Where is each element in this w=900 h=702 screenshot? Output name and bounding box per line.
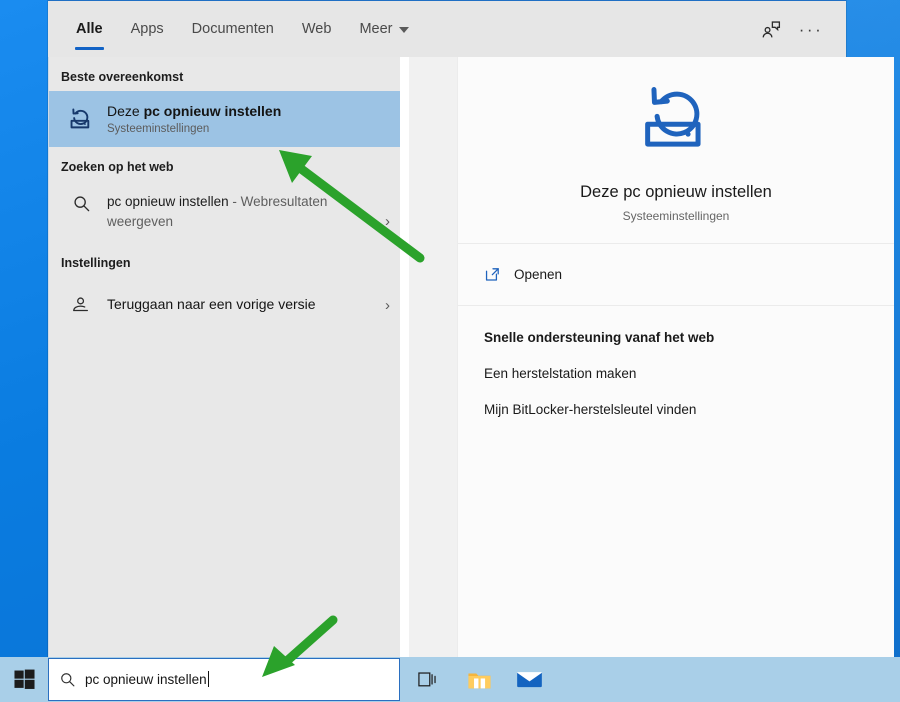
user-rollback-icon: [61, 294, 101, 316]
search-results-panel: Beste overeenkomst Deze pc opnieuw inste…: [48, 57, 400, 657]
web-result-query: pc opnieuw instellen: [107, 194, 229, 209]
file-explorer-button[interactable]: [456, 657, 502, 702]
result-item-web-search[interactable]: pc opnieuw instellen - Webresultaten wee…: [49, 181, 400, 243]
tab-alle[interactable]: Alle: [62, 1, 117, 57]
search-icon-taskbar: [49, 671, 85, 688]
result-item-text: Deze pc opnieuw instellen Systeeminstell…: [101, 103, 390, 136]
search-window-actions: ···: [754, 12, 846, 46]
result-item-subtitle: Systeeminstellingen: [107, 123, 210, 136]
feedback-person-icon[interactable]: [754, 12, 788, 46]
reset-pc-icon-large: [634, 78, 718, 167]
tab-alle-label: Alle: [76, 21, 103, 37]
result-title-prefix: Deze: [107, 102, 144, 119]
reset-pc-icon: [61, 105, 101, 134]
task-view-button[interactable]: [404, 657, 450, 702]
taskbar-search-text: pc opnieuw instellen: [85, 670, 209, 689]
web-support-section: Snelle ondersteuning vanaf het web Een h…: [458, 306, 894, 417]
tab-documenten[interactable]: Documenten: [178, 1, 288, 57]
result-item-rollback-version[interactable]: Teruggaan naar een vorige versie ›: [49, 277, 400, 333]
start-button[interactable]: [0, 657, 48, 702]
chevron-right-icon-settings[interactable]: ›: [379, 297, 390, 314]
tab-meer-label: Meer: [359, 21, 393, 37]
preview-header: Deze pc opnieuw instellen Systeeminstell…: [458, 57, 894, 244]
web-result-text: pc opnieuw instellen - Webresultaten wee…: [101, 192, 379, 231]
chevron-right-icon[interactable]: ›: [379, 213, 390, 230]
group-header-settings: Instellingen: [61, 256, 131, 270]
open-action-row[interactable]: Openen: [458, 244, 894, 306]
open-action-label: Openen: [514, 267, 563, 282]
web-support-title: Snelle ondersteuning vanaf het web: [484, 330, 715, 345]
group-header-web: Zoeken op het web: [61, 160, 174, 174]
windows-logo-icon: [13, 669, 35, 689]
ellipsis-icon[interactable]: ···: [794, 12, 828, 46]
tab-web-label: Web: [301, 21, 332, 37]
result-title-bold: pc opnieuw instellen: [143, 102, 282, 119]
result-item-title: Deze pc opnieuw instellen: [107, 103, 390, 121]
group-header-best-match: Beste overeenkomst: [61, 70, 184, 84]
web-support-link-recovery-drive[interactable]: Een herstelstation maken: [484, 366, 868, 381]
tab-meer[interactable]: Meer: [345, 1, 423, 57]
tab-documenten-label: Documenten: [191, 21, 274, 37]
web-support-link-bitlocker-key[interactable]: Mijn BitLocker-herstelsleutel vinden: [484, 402, 868, 417]
taskbar: pc opnieuw instellen: [0, 657, 900, 702]
mail-button[interactable]: [506, 657, 552, 702]
tab-apps[interactable]: Apps: [117, 1, 178, 57]
preview-title: Deze pc opnieuw instellen: [580, 182, 772, 201]
open-external-icon: [484, 266, 514, 283]
tab-apps-label: Apps: [130, 21, 164, 37]
search-input[interactable]: pc opnieuw instellen: [85, 672, 207, 687]
web-result-line: pc opnieuw instellen - Webresultaten wee…: [107, 192, 379, 231]
ellipsis-glyph: ···: [798, 19, 824, 39]
file-explorer-icon: [467, 672, 491, 688]
preview-card: Deze pc opnieuw instellen Systeeminstell…: [457, 57, 894, 657]
result-item-reset-pc[interactable]: Deze pc opnieuw instellen Systeeminstell…: [49, 91, 400, 147]
taskbar-search-box[interactable]: pc opnieuw instellen: [48, 658, 400, 701]
search-preview-panel: Deze pc opnieuw instellen Systeeminstell…: [409, 57, 894, 657]
preview-subtitle: Systeeminstellingen: [622, 208, 730, 223]
chevron-down-icon: [399, 27, 410, 33]
settings-item-label: Teruggaan naar een vorige versie: [107, 296, 316, 313]
screen: Alle Apps Documenten Web Meer ··· Beste …: [0, 0, 900, 702]
search-icon: [61, 192, 101, 214]
text-cursor: [207, 670, 209, 687]
tab-web[interactable]: Web: [288, 1, 346, 57]
windows-search-flyout: Alle Apps Documenten Web Meer ··· Beste …: [48, 0, 894, 657]
task-view-icon: [417, 672, 436, 687]
search-filter-tabs: Alle Apps Documenten Web Meer ···: [48, 1, 846, 57]
settings-item-text: Teruggaan naar een vorige versie: [101, 296, 379, 314]
mail-icon: [516, 672, 542, 688]
